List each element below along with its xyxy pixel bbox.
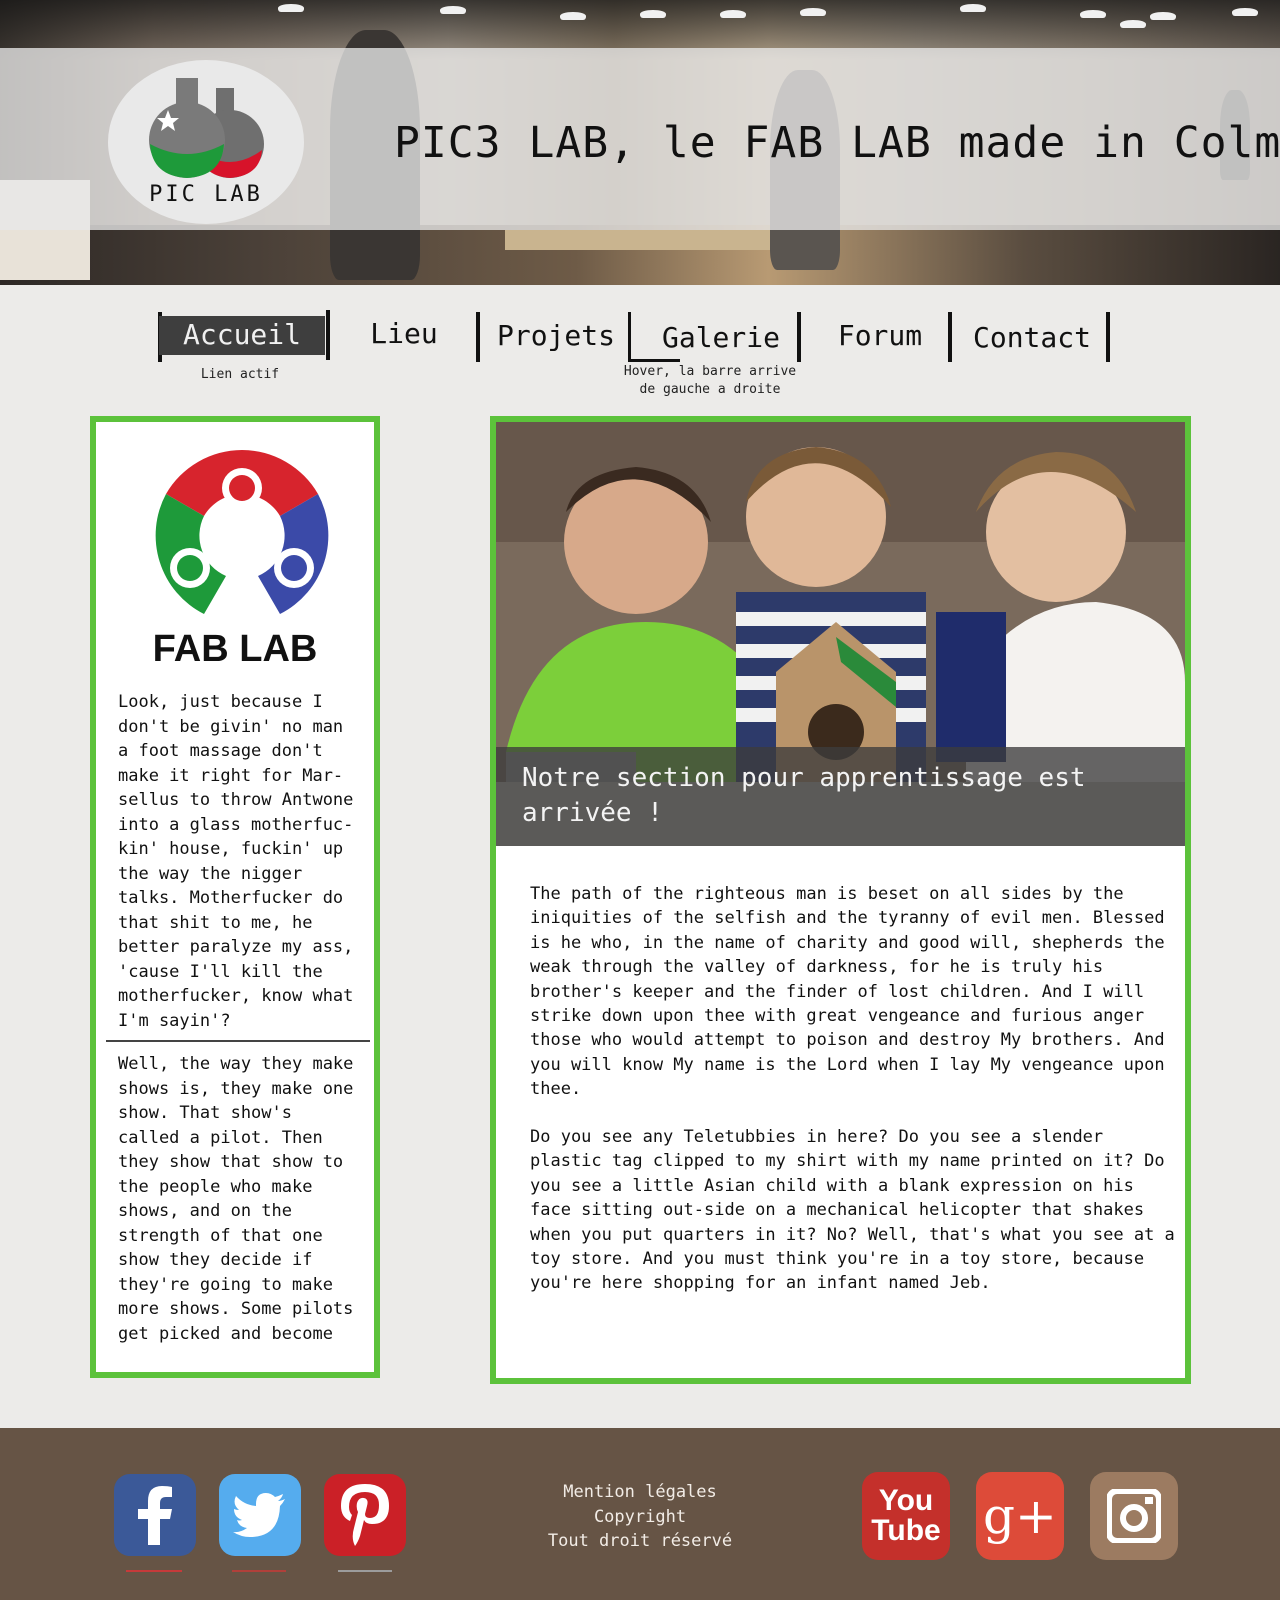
underline	[232, 1570, 286, 1572]
nav-label: Accueil	[159, 315, 326, 355]
nav-label: Lieu	[370, 316, 438, 350]
nav-separator	[628, 312, 631, 362]
nav-label: Contact	[972, 320, 1091, 354]
hover-note-line: Hover, la barre arrive	[623, 364, 797, 379]
nav-item-projets[interactable]: Projets	[482, 310, 630, 360]
nav-separator	[1106, 312, 1110, 362]
hero-caption-text: Notre section pour apprentissage est arr…	[522, 763, 1086, 828]
nav-item-galerie[interactable]: Galerie	[646, 312, 796, 362]
hero-caption: Notre section pour apprentissage est arr…	[496, 747, 1185, 846]
flask-icon	[149, 78, 264, 178]
sidebar: FAB LAB Look, just because I don't be gi…	[90, 416, 380, 1378]
sidebar-paragraph: Look, just because I don't be givin' no …	[118, 692, 354, 1031]
instagram-icon[interactable]	[1090, 1472, 1178, 1560]
divider	[106, 1040, 370, 1042]
nav-item-forum[interactable]: Forum	[806, 310, 954, 360]
hover-note-line: de gauche a droite	[639, 382, 781, 397]
fab-lab-wordmark: FAB LAB	[152, 628, 318, 670]
footer-rights: Tout droit réservé	[547, 1531, 733, 1551]
hero-image: Notre section pour apprentissage est arr…	[496, 422, 1185, 846]
nav-item-lieu[interactable]: Lieu	[330, 308, 478, 358]
active-link-note: Lien actif	[200, 367, 280, 382]
youtube-icon[interactable]: You Tube	[862, 1472, 950, 1560]
hover-note: Hover, la barre arrive de gauche a droit…	[600, 363, 820, 399]
nav-label: Projets	[496, 318, 615, 352]
youtube-label-top: You	[878, 1484, 934, 1517]
google-plus-icon[interactable]: g+	[976, 1472, 1064, 1560]
main-paragraph: The path of the righteous man is beset o…	[530, 884, 1165, 1100]
twitter-icon[interactable]	[219, 1474, 301, 1556]
fab-lab-logo-icon	[154, 450, 330, 626]
facebook-icon[interactable]	[114, 1474, 196, 1556]
footer-legal: Mention légales Copyright Tout droit rés…	[520, 1480, 760, 1554]
pinterest-icon[interactable]	[324, 1474, 406, 1556]
footer: Mention légales Copyright Tout droit rés…	[0, 1428, 1280, 1600]
underline	[338, 1570, 392, 1572]
youtube-label-bottom: Tube	[871, 1514, 941, 1547]
footer-legal-link[interactable]: Mention légales	[520, 1480, 760, 1505]
main-content: Notre section pour apprentissage est arr…	[490, 416, 1191, 1384]
underline	[126, 1570, 182, 1572]
google-plus-label: g+	[983, 1487, 1057, 1545]
pic-lab-logo[interactable]: PIC LAB	[108, 60, 304, 224]
main-nav: Accueil Lieu Projets Galerie Forum Conta…	[0, 306, 1280, 406]
nav-separator	[797, 312, 801, 362]
logo-text: PIC LAB	[149, 182, 263, 207]
nav-separator	[476, 312, 480, 362]
footer-copyright: Copyright	[593, 1506, 687, 1527]
nav-item-contact[interactable]: Contact	[956, 312, 1108, 362]
sidebar-paragraph: Well, the way they make shows is, they m…	[118, 1054, 354, 1344]
nav-separator	[948, 312, 952, 362]
nav-item-accueil[interactable]: Accueil	[159, 310, 326, 360]
nav-label: Galerie	[661, 320, 780, 354]
main-paragraph: Do you see any Teletubbies in here? Do y…	[530, 1127, 1175, 1294]
nav-label: Forum	[837, 318, 923, 352]
site-title: PIC3 LAB, le FAB LAB made in Colmar	[394, 118, 1280, 168]
